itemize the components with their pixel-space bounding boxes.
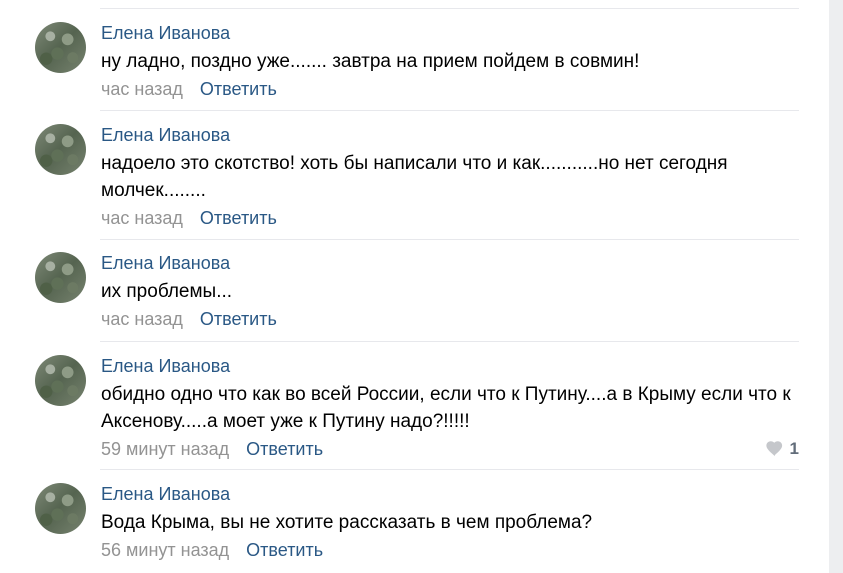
comment-divider [100,341,799,342]
comment-time[interactable]: 56 минут назад [101,540,229,560]
reply-button[interactable]: Ответить [200,79,277,99]
comment-content: Елена Иванова их проблемы... час назад О… [101,252,801,331]
comment-content: Елена Иванова Вода Крыма, вы не хотите р… [101,483,801,562]
comment-text: обидно одно что как во всей России, если… [101,384,791,432]
comment-time[interactable]: час назад [101,79,183,99]
comment-divider [100,110,799,111]
reply-button[interactable]: Ответить [200,208,277,228]
comment-author[interactable]: Елена Иванова [101,252,801,274]
comments-panel: Елена Иванова ну ладно, поздно уже......… [0,0,829,573]
comment-text: надоело это скотство! хоть бы написали ч… [101,153,728,201]
comment-divider [100,469,799,470]
comment-content: Елена Иванова ну ладно, поздно уже......… [101,22,801,101]
top-divider [100,8,799,9]
comment-time[interactable]: час назад [101,309,183,329]
user-avatar[interactable] [35,124,86,175]
scrollbar-thumb[interactable] [832,0,840,573]
comment-meta: час назад Ответить [101,77,801,101]
comment-text: Вода Крыма, вы не хотите рассказать в че… [101,512,593,533]
comment-time[interactable]: 59 минут назад [101,439,229,459]
comment-meta: час назад Ответить [101,206,801,230]
user-avatar[interactable] [35,22,86,73]
heart-icon [765,441,782,457]
comment-text: ну ладно, поздно уже....... завтра на пр… [101,51,640,72]
comment-content: Елена Иванова надоело это скотство! хоть… [101,124,801,230]
comment-author[interactable]: Елена Иванова [101,22,801,44]
comment-meta: 59 минут назад Ответить 1 [101,437,801,461]
reply-button[interactable]: Ответить [200,309,277,329]
reply-button[interactable]: Ответить [246,540,323,560]
comment-author[interactable]: Елена Иванова [101,124,801,146]
user-avatar[interactable] [35,355,86,406]
comment-author[interactable]: Елена Иванова [101,355,801,377]
comment-author[interactable]: Елена Иванова [101,483,801,505]
like-count: 1 [789,439,799,458]
comment-meta: 56 минут назад Ответить [101,538,801,562]
comment-time[interactable]: час назад [101,208,183,228]
user-avatar[interactable] [35,483,86,534]
comment-text: их проблемы... [101,281,233,302]
user-avatar[interactable] [35,252,86,303]
reply-button[interactable]: Ответить [246,439,323,459]
like-button[interactable]: 1 [765,437,799,461]
comment-divider [100,239,799,240]
comment-content: Елена Иванова обидно одно что как во все… [101,355,801,461]
comment-meta: час назад Ответить [101,307,801,331]
scrollbar[interactable] [829,0,843,573]
